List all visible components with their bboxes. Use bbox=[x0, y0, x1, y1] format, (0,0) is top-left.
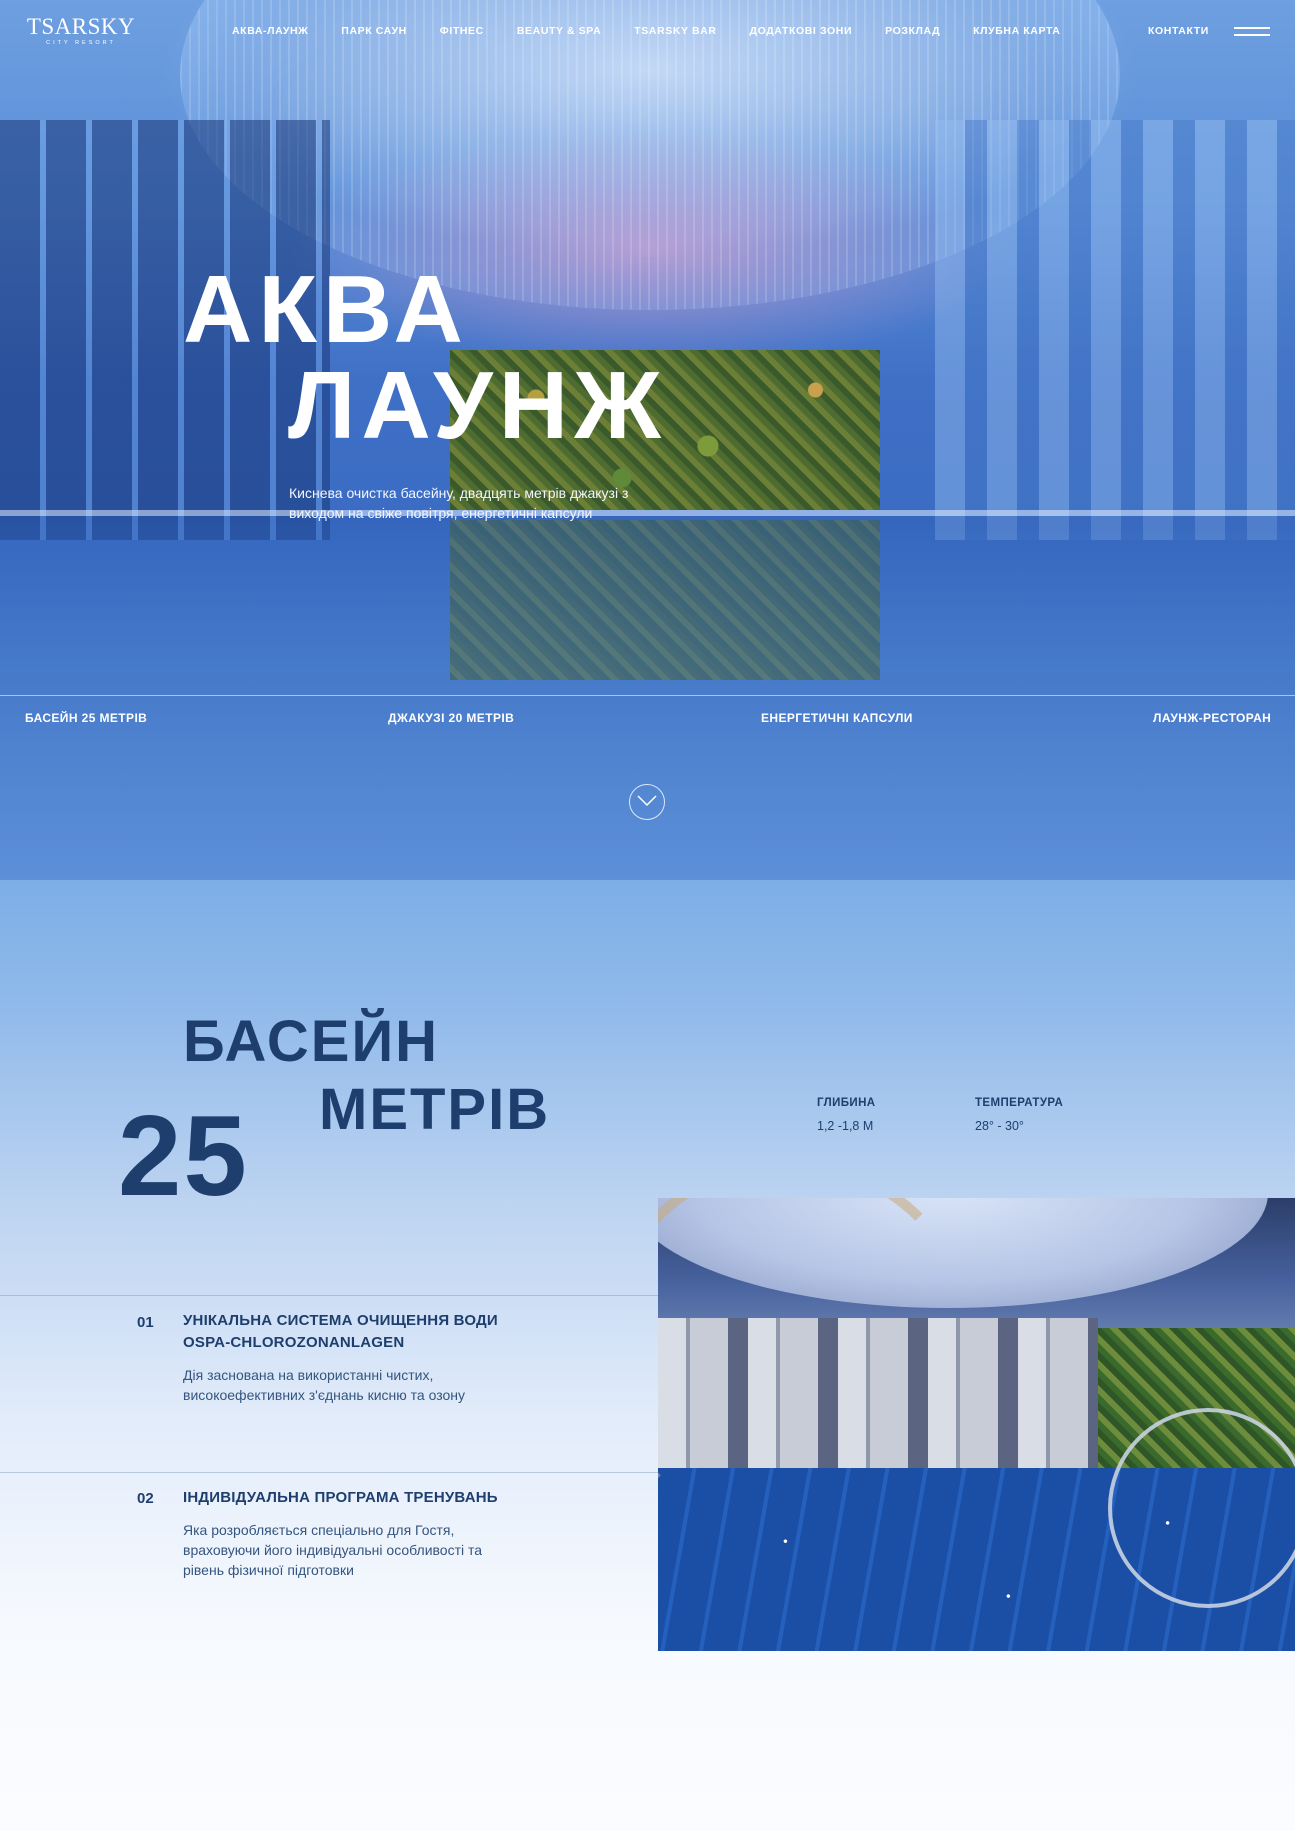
hamburger-line bbox=[1234, 34, 1270, 36]
stat-depth: ГЛИБИНА 1,2 -1,8 М bbox=[817, 1097, 876, 1133]
nav-item-sauna-park[interactable]: ПАРК САУН bbox=[341, 25, 406, 37]
scroll-down-button[interactable] bbox=[629, 784, 665, 820]
stat-depth-value: 1,2 -1,8 М bbox=[817, 1119, 874, 1133]
photo-sculpture-ring bbox=[1108, 1408, 1295, 1608]
main-nav: АКВА-ЛАУНЖ ПАРК САУН ФІТНЕС BEAUTY & SPA… bbox=[232, 25, 1061, 37]
feature-link-energy-capsules[interactable]: ЕНЕРГЕТИЧНІ КАПСУЛИ bbox=[761, 711, 913, 725]
nav-item-aqua-lounge[interactable]: АКВА-ЛАУНЖ bbox=[232, 25, 308, 37]
list-item-number: 01 bbox=[137, 1314, 154, 1331]
hero-subtitle: Киснева очистка басейну, двадцять метрів… bbox=[289, 485, 629, 521]
feature-link-jacuzzi[interactable]: ДЖАКУЗІ 20 МЕТРІВ bbox=[388, 711, 514, 725]
list-divider bbox=[0, 1472, 658, 1473]
hero-title-line-2: ЛАУНЖ bbox=[288, 352, 667, 459]
nav-item-schedule[interactable]: РОЗКЛАД bbox=[885, 25, 940, 37]
nav-item-tsarsky-bar[interactable]: TSARSKY BAR bbox=[634, 25, 716, 37]
contacts-link[interactable]: КОНТАКТИ bbox=[1148, 25, 1209, 37]
list-divider bbox=[0, 1295, 658, 1296]
nav-item-additional-zones[interactable]: ДОДАТКОВІ ЗОНИ bbox=[750, 25, 853, 37]
list-item-description: Яка розробляється спеціально для Гостя, … bbox=[183, 1522, 483, 1578]
hero-green-wall-reflection bbox=[450, 520, 880, 680]
list-item-number: 02 bbox=[137, 1490, 154, 1507]
nav-item-fitness[interactable]: ФІТНЕС bbox=[440, 25, 484, 37]
stat-temperature-value: 28° - 30° bbox=[975, 1119, 1024, 1133]
logo-tagline: CITY RESORT bbox=[46, 40, 116, 46]
stat-temperature: ТЕМПЕРАТУРА 28° - 30° bbox=[975, 1097, 1063, 1133]
chevron-down-icon bbox=[637, 795, 657, 807]
nav-item-beauty-spa[interactable]: BEAUTY & SPA bbox=[517, 25, 601, 37]
nav-item-club-card[interactable]: КЛУБНА КАРТА bbox=[973, 25, 1060, 37]
pool-photo bbox=[658, 1198, 1295, 1651]
logo-wordmark: TSARSKY bbox=[26, 14, 136, 39]
hamburger-line bbox=[1234, 27, 1270, 29]
pool-length-number: 25 bbox=[118, 1093, 249, 1220]
hero-title-line-1: АКВА bbox=[183, 256, 469, 363]
feature-link-pool[interactable]: БАСЕЙН 25 МЕТРІВ bbox=[25, 711, 147, 725]
list-item-title: ІНДИВІДУАЛЬНА ПРОГРАМА ТРЕНУВАНЬ bbox=[183, 1489, 498, 1506]
stat-depth-label: ГЛИБИНА bbox=[817, 1097, 876, 1109]
pool-title-line-2: МЕТРІВ bbox=[319, 1077, 551, 1142]
logo[interactable]: TSARSKY CITY RESORT bbox=[26, 14, 136, 47]
stat-temperature-label: ТЕМПЕРАТУРА bbox=[975, 1097, 1064, 1109]
site-header: TSARSKY CITY RESORT АКВА-ЛАУНЖ ПАРК САУН… bbox=[0, 0, 1295, 64]
feature-divider bbox=[0, 695, 1295, 696]
hero-right-wall bbox=[935, 120, 1295, 540]
feature-link-lounge-restaurant[interactable]: ЛАУНЖ-РЕСТОРАН bbox=[1153, 711, 1271, 725]
list-item-title: УНІКАЛЬНА СИСТЕМА ОЧИЩЕННЯ ВОДИ OSPA-CHL… bbox=[183, 1312, 498, 1351]
hamburger-icon[interactable] bbox=[1234, 26, 1270, 38]
list-item-description: Дія заснована на використанні чистих, ви… bbox=[183, 1367, 465, 1403]
pool-title-line-1: БАСЕЙН bbox=[183, 1009, 440, 1074]
